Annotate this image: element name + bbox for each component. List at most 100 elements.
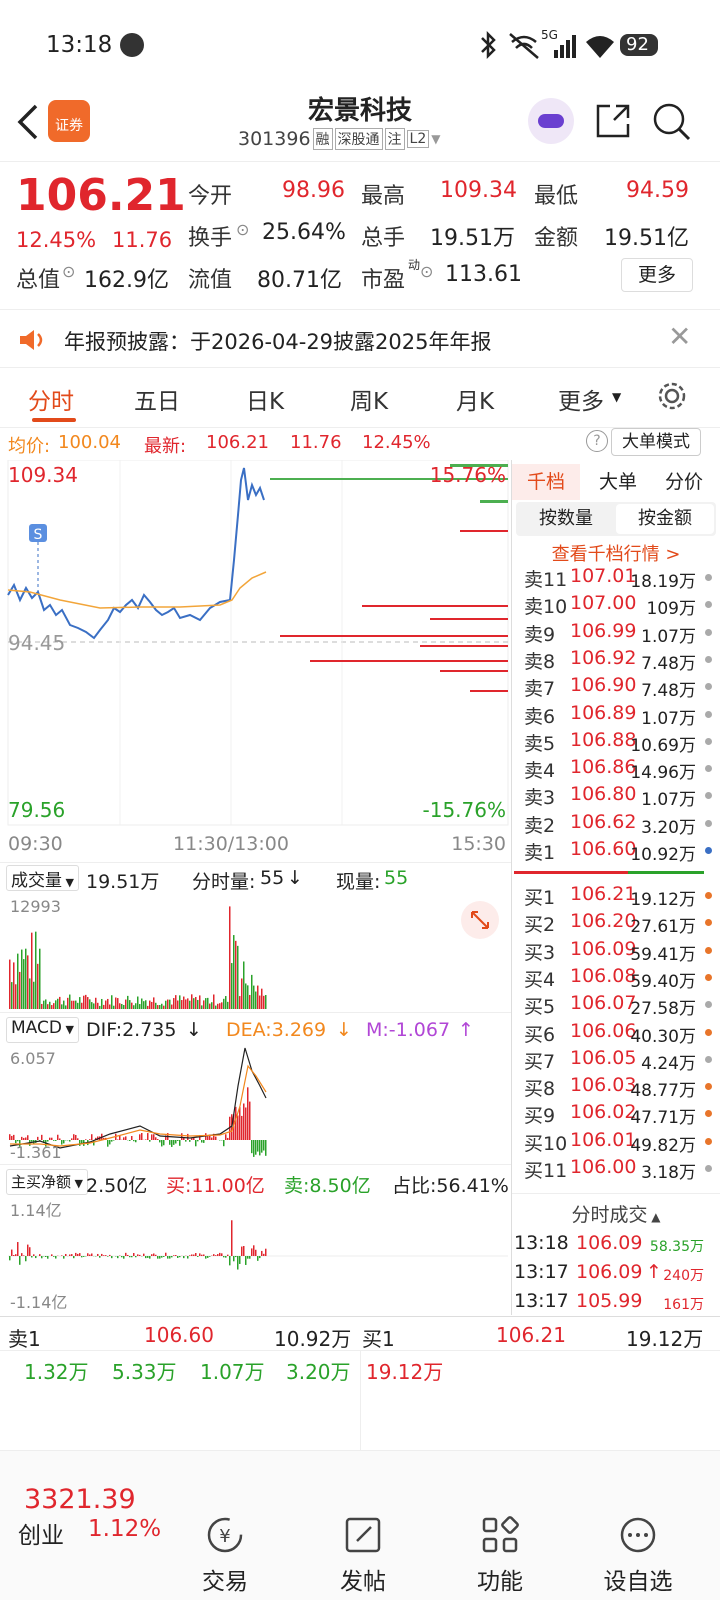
ask-row[interactable]: 卖1 106.60 10.92万 bbox=[522, 838, 720, 865]
volume-bar bbox=[13, 962, 15, 1009]
nav-custom-watchlist[interactable]: 设自选 bbox=[583, 1562, 693, 1596]
more-dropdown-icon[interactable]: ▼ bbox=[612, 390, 621, 404]
volume-bar bbox=[225, 996, 227, 1009]
ask-row[interactable]: 卖4 106.86 14.96万 bbox=[522, 756, 720, 783]
ask-row[interactable]: 卖11 107.01 18.19万 bbox=[522, 565, 720, 592]
volume-bar bbox=[229, 906, 231, 1009]
ask-row[interactable]: 卖3 106.80 1.07万 bbox=[522, 783, 720, 810]
ask-row[interactable]: 卖7 106.90 7.48万 bbox=[522, 674, 720, 701]
battery-level: 92 bbox=[626, 34, 649, 55]
search-icon[interactable] bbox=[652, 102, 692, 142]
macd-bar bbox=[223, 1140, 225, 1147]
ask-row[interactable]: 卖10 107.00 109万 bbox=[522, 592, 720, 619]
help-icon[interactable]: ? bbox=[586, 430, 608, 452]
volume-bar bbox=[167, 999, 169, 1009]
turnover-info-icon[interactable]: ⊙ bbox=[236, 220, 249, 239]
index-widget[interactable]: 3321.39 创业 1.12% bbox=[0, 1470, 170, 1600]
ask-row[interactable]: 卖6 106.89 1.07万 bbox=[522, 702, 720, 729]
trade-volume: 58.35万 bbox=[649, 1239, 704, 1255]
tab-monthly-k[interactable]: 月K bbox=[456, 382, 494, 416]
bid-level: 买4 bbox=[524, 968, 556, 991]
macd-bar bbox=[77, 1138, 79, 1140]
tab-weekly-k[interactable]: 周K bbox=[350, 382, 388, 416]
book-tab-price[interactable]: 分价 bbox=[652, 464, 716, 500]
sell-queue-2: 5.33万 bbox=[112, 1360, 177, 1384]
turnover-value: 25.64% bbox=[262, 220, 346, 245]
macd-bar bbox=[71, 1138, 73, 1140]
bid-row[interactable]: 买2 106.20 27.61万 bbox=[522, 910, 720, 937]
subtab-by-quantity[interactable]: 按数量 bbox=[518, 504, 614, 534]
notice-bar[interactable]: 年报预披露：于2026-04-29披露2025年年报 ✕ bbox=[0, 312, 720, 368]
settings-gear-icon[interactable] bbox=[656, 380, 688, 412]
tab-more[interactable]: 更多 bbox=[558, 382, 604, 416]
mcap-info-icon[interactable]: ⊙ bbox=[62, 262, 75, 281]
macd-chart[interactable]: 6.057 -1.361 bbox=[0, 1046, 512, 1164]
bid-volume: 4.24万 bbox=[641, 1053, 696, 1074]
netflow-chart[interactable]: 1.14亿 -1.14亿 bbox=[0, 1198, 512, 1316]
bid-price: 106.06 bbox=[570, 1019, 637, 1042]
macd-selector[interactable]: MACD ▼ bbox=[6, 1017, 79, 1043]
ask-row[interactable]: 卖5 106.88 10.69万 bbox=[522, 729, 720, 756]
netflow-bar bbox=[159, 1256, 161, 1259]
volume-bar bbox=[17, 953, 19, 1009]
bid-row[interactable]: 买1 106.21 19.12万 bbox=[522, 883, 720, 910]
nav-trade[interactable]: 交易 bbox=[170, 1562, 280, 1596]
big-order-mode-button[interactable]: 大单模式 bbox=[611, 428, 701, 456]
netflow-bar bbox=[137, 1254, 139, 1256]
ask-volume: 7.48万 bbox=[641, 653, 696, 674]
bid-row[interactable]: 买4 106.08 59.40万 bbox=[522, 965, 720, 992]
bid-row[interactable]: 买11 106.00 3.18万 bbox=[522, 1156, 720, 1183]
volume-selector[interactable]: 成交量 ▼ bbox=[6, 865, 79, 891]
bid-row[interactable]: 买10 106.01 49.82万 bbox=[522, 1129, 720, 1156]
bid-row[interactable]: 买5 106.07 27.58万 bbox=[522, 992, 720, 1019]
subtab-by-amount[interactable]: 按金额 bbox=[616, 504, 714, 534]
macd-dea-arrow: ↓ bbox=[336, 1019, 352, 1041]
ask-row[interactable]: 卖2 106.62 3.20万 bbox=[522, 811, 720, 838]
more-button[interactable]: 更多 bbox=[621, 258, 693, 292]
bid-row[interactable]: 买9 106.02 47.71万 bbox=[522, 1101, 720, 1128]
volume-bar bbox=[193, 998, 195, 1009]
code-dropdown-icon[interactable]: ▼ bbox=[431, 132, 440, 146]
macd-dea: DEA:3.269 bbox=[226, 1019, 327, 1041]
netflow-header: 主买净额 ▼ 2.50亿 买:11.00亿 卖:8.50亿 占比:56.41% bbox=[0, 1164, 512, 1198]
close-icon[interactable]: ✕ bbox=[668, 320, 691, 353]
macd-bar bbox=[237, 1115, 239, 1140]
macd-bar bbox=[255, 1140, 257, 1155]
macd-bar bbox=[161, 1140, 163, 1147]
bid-row[interactable]: 买7 106.05 4.24万 bbox=[522, 1047, 720, 1074]
macd-bar bbox=[177, 1140, 179, 1141]
volume-bar bbox=[117, 998, 119, 1009]
ask-volume: 10.92万 bbox=[630, 845, 696, 865]
bid-row[interactable]: 买8 106.03 48.77万 bbox=[522, 1074, 720, 1101]
netflow-buy: 买:11.00亿 bbox=[166, 1175, 265, 1197]
macd-bar bbox=[37, 1136, 39, 1140]
ask-row[interactable]: 卖8 106.92 7.48万 bbox=[522, 647, 720, 674]
trade-ticks[interactable]: 分时成交 ▲ 13:18 106.09 58.35万 13:17 106.09 ↑ 240万… bbox=[512, 1193, 720, 1315]
share-icon[interactable] bbox=[594, 102, 632, 140]
book-tab-thousand[interactable]: 千档 bbox=[512, 464, 580, 500]
ask-row[interactable]: 卖9 106.99 1.07万 bbox=[522, 620, 720, 647]
bid-row[interactable]: 买3 106.09 59.41万 bbox=[522, 938, 720, 965]
change-percent: 12.45% bbox=[16, 228, 97, 252]
tab-five-day[interactable]: 五日 bbox=[134, 382, 180, 416]
ask-price: 106.89 bbox=[570, 701, 637, 724]
view-thousand-link[interactable]: 查看千档行情 > bbox=[512, 540, 720, 566]
nav-post[interactable]: 发帖 bbox=[308, 1562, 418, 1596]
netflow-selector[interactable]: 主买净额 ▼ bbox=[6, 1169, 88, 1195]
ask-volume: 109万 bbox=[646, 599, 696, 620]
pe-info-icon[interactable]: ⊙ bbox=[420, 262, 433, 281]
assistant-avatar-icon[interactable] bbox=[528, 98, 574, 144]
nav-function[interactable]: 功能 bbox=[445, 1562, 555, 1596]
volume-bar bbox=[43, 1000, 45, 1009]
volume-max: 12993 bbox=[10, 897, 61, 916]
tab-daily-k[interactable]: 日K bbox=[246, 382, 284, 416]
tab-intraday[interactable]: 分时 bbox=[28, 382, 74, 416]
bid-row[interactable]: 买6 106.06 40.30万 bbox=[522, 1020, 720, 1047]
volume-bar bbox=[173, 998, 175, 1009]
volume-chart[interactable]: 12993 bbox=[0, 894, 512, 1012]
bid-price: 106.09 bbox=[570, 937, 637, 960]
book-tab-big-order[interactable]: 大单 bbox=[586, 464, 650, 500]
intraday-chart[interactable]: S 109.34 94.45 79.56 15.76% -15.76% 09:3… bbox=[0, 460, 512, 860]
macd-bar bbox=[253, 1140, 255, 1157]
netflow-bar bbox=[117, 1256, 119, 1259]
